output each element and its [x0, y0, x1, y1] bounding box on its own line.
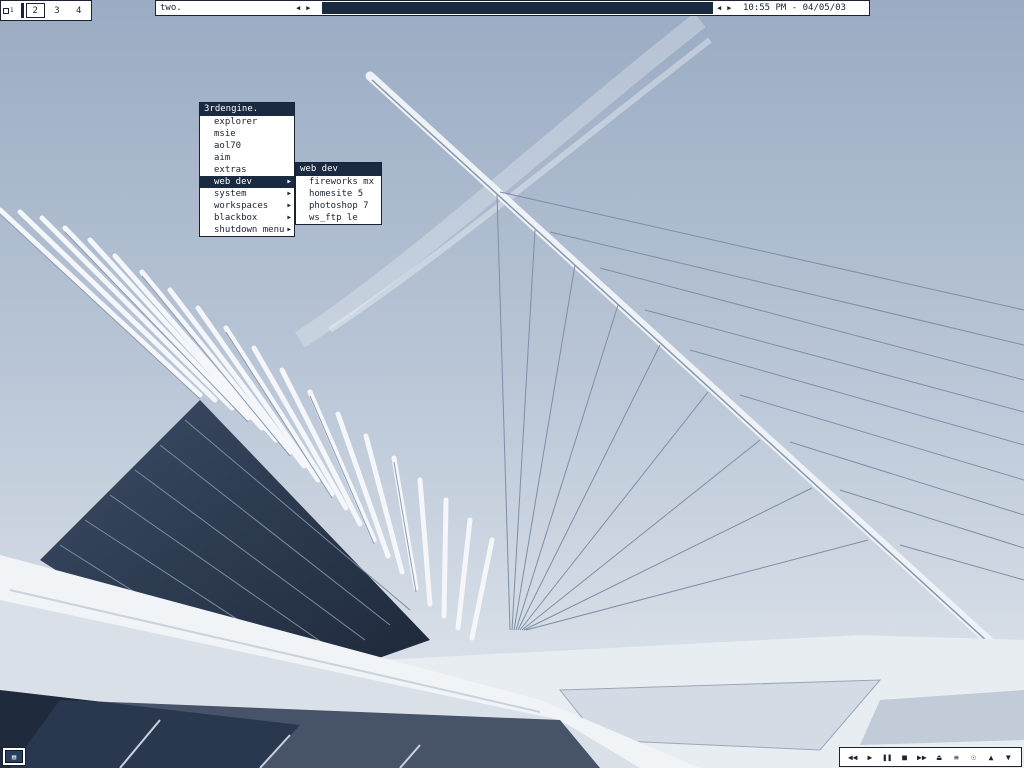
menu-item-label: blackbox — [214, 213, 258, 223]
top-toolbar: two. ◀ ▶ ◀ ▶ 10:55 PM - 04/05/03 — [155, 0, 870, 16]
workspace-1-button[interactable]: 1 — [3, 3, 18, 18]
next-window-icon[interactable]: ▶ — [727, 4, 731, 12]
play-icon[interactable]: ▶ — [864, 753, 876, 762]
next-workspace-icon[interactable]: ▶ — [306, 4, 310, 12]
menu-item-label: aim — [214, 153, 231, 163]
prev-workspace-icon[interactable]: ◀ — [296, 4, 300, 12]
previous-icon[interactable]: ◀◀ — [847, 753, 859, 762]
workspace-pager: 1 2 3 4 — [0, 0, 92, 21]
clock: 10:55 PM - 04/05/03 — [743, 3, 846, 13]
menu-item-system[interactable]: system ▶ — [200, 188, 294, 200]
workspace-3-button[interactable]: 3 — [48, 3, 67, 18]
menu-item-label: aol70 — [214, 141, 242, 151]
stop-icon[interactable]: ■ — [899, 753, 911, 762]
next-icon[interactable]: ▶▶ — [916, 753, 928, 762]
root-menu-title: 3rdengine. — [200, 103, 294, 116]
menu-item-web-dev[interactable]: web dev ▶ — [200, 176, 294, 188]
menu-item-extras[interactable]: extras — [200, 164, 294, 176]
pager-divider — [20, 3, 24, 18]
root-menu: 3rdengine. explorer msie aol70 aim extra… — [199, 102, 295, 237]
menu-item-blackbox[interactable]: blackbox ▶ — [200, 212, 294, 224]
menu-item-msie[interactable]: msie — [200, 128, 294, 140]
menu-item-label: system — [214, 189, 247, 199]
volume-up-icon[interactable]: ▲ — [985, 753, 997, 762]
volume-down-icon[interactable]: ▼ — [1002, 753, 1014, 762]
playlist-icon[interactable]: ≡ — [950, 753, 962, 762]
menu-item-label: workspaces — [214, 201, 269, 211]
menu-item-explorer[interactable]: explorer — [200, 116, 294, 128]
menu-item-shutdown-menu[interactable]: shutdown menu ▶ — [200, 224, 294, 236]
menu-item-label: extras — [214, 165, 247, 175]
workspace-2-button[interactable]: 2 — [25, 3, 45, 18]
menu-item-label: explorer — [214, 117, 258, 127]
workspace-4-button[interactable]: 4 — [69, 3, 88, 18]
submenu-arrow-icon: ▶ — [287, 202, 291, 209]
menu-item-fireworks-mx[interactable]: fireworks mx — [296, 176, 381, 188]
menu-item-label: homesite 5 — [309, 189, 364, 199]
pause-icon[interactable]: ❚❚ — [881, 753, 893, 762]
workspace-1-label: 1 — [10, 7, 14, 14]
desktop-wallpaper — [0, 0, 1024, 768]
menu-item-label: ws_ftp le — [309, 213, 358, 223]
menu-item-photoshop-7[interactable]: photoshop 7 — [296, 200, 381, 212]
menu-item-label: web dev — [214, 177, 252, 187]
menu-item-label: photoshop 7 — [309, 201, 369, 211]
workspace-arrows: ◀ ▶ — [296, 4, 318, 12]
eject-icon[interactable]: ⏏ — [933, 753, 945, 762]
submenu-arrow-icon: ▶ — [287, 214, 291, 221]
desktop-button[interactable]: ▤ — [2, 747, 26, 766]
media-controls: ◀◀ ▶ ❚❚ ■ ▶▶ ⏏ ≡ ☉ ▲ ▼ — [839, 747, 1022, 767]
menu-item-label: fireworks mx — [309, 177, 375, 187]
workspace-3-label: 3 — [54, 5, 60, 16]
submenu-arrow-icon: ▶ — [287, 226, 291, 233]
menu-item-workspaces[interactable]: workspaces ▶ — [200, 200, 294, 212]
window-icon — [3, 7, 9, 14]
workspace-name[interactable]: two. — [156, 3, 296, 13]
desktop-icon: ▤ — [5, 750, 23, 763]
menu-item-ws-ftp-le[interactable]: ws_ftp le — [296, 212, 381, 224]
submenu-title: web dev — [296, 163, 381, 176]
options-icon[interactable]: ☉ — [968, 753, 980, 762]
workspace-4-label: 4 — [75, 5, 82, 16]
menu-item-aim[interactable]: aim — [200, 152, 294, 164]
menu-item-homesite-5[interactable]: homesite 5 — [296, 188, 381, 200]
menu-item-label: shutdown menu — [214, 225, 285, 235]
prev-window-icon[interactable]: ◀ — [717, 4, 721, 12]
taskbar-window-area[interactable] — [322, 2, 713, 14]
window-arrows: ◀ ▶ — [717, 4, 741, 12]
submenu-arrow-icon: ▶ — [287, 190, 291, 197]
web-dev-submenu: web dev fireworks mx homesite 5 photosho… — [295, 162, 382, 225]
menu-item-aol70[interactable]: aol70 — [200, 140, 294, 152]
submenu-arrow-icon: ▶ — [287, 178, 291, 185]
workspace-2-label: 2 — [32, 5, 38, 16]
menu-item-label: msie — [214, 129, 236, 139]
